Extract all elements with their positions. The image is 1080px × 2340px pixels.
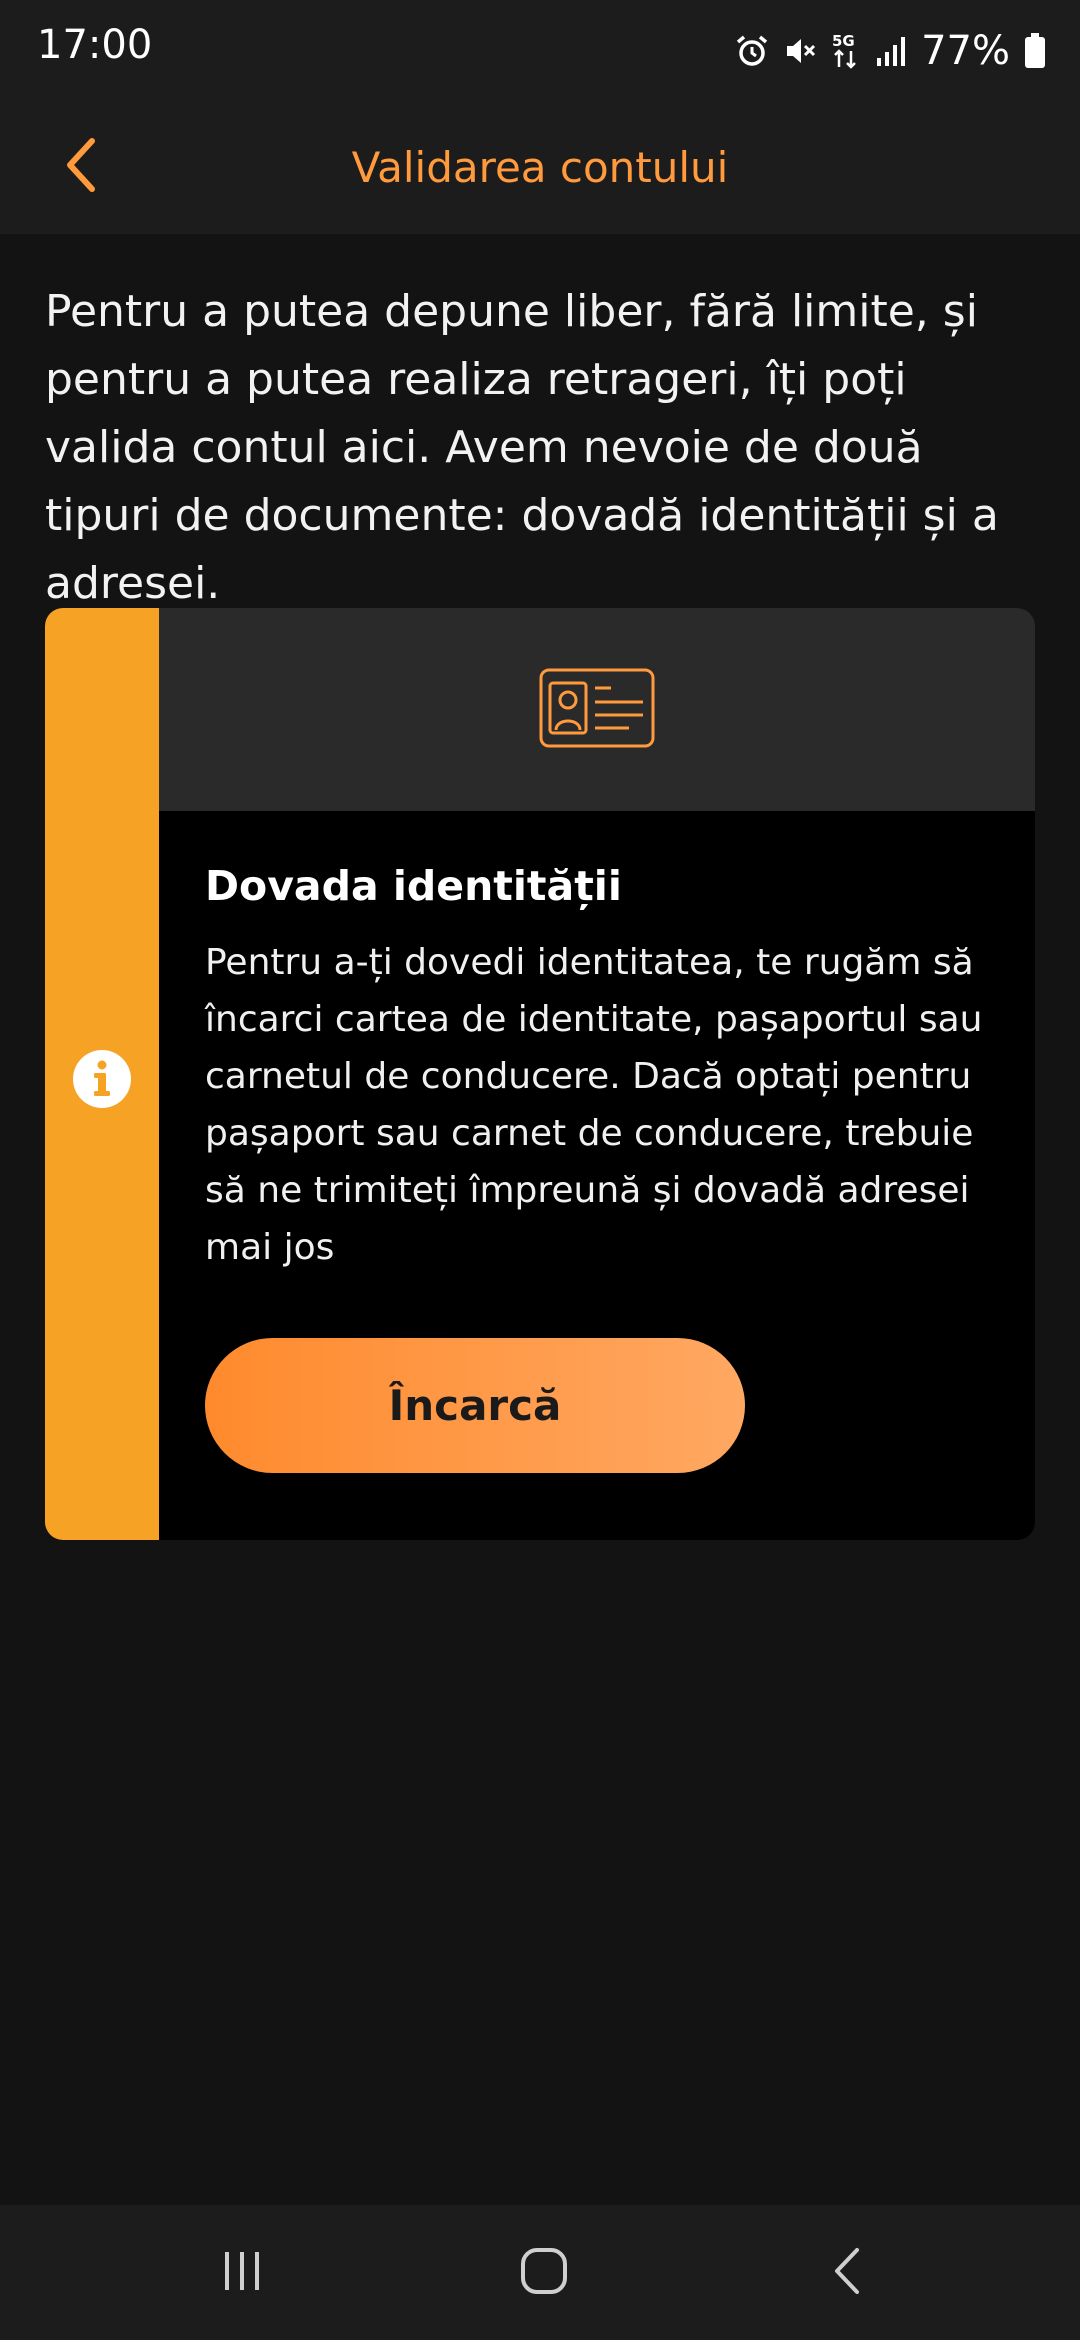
mute-icon [783, 34, 817, 68]
card-body: Dovada identității Pentru a-ți dovedi id… [205, 858, 995, 1276]
identity-proof-card: Dovada identității Pentru a-ți dovedi id… [45, 608, 1035, 1540]
chevron-left-icon [60, 135, 100, 199]
network-5g-icon: 5G [831, 31, 861, 71]
app-bar: Validarea contului [0, 100, 1080, 234]
id-card-icon [539, 668, 655, 752]
recent-apps-icon [217, 2246, 267, 2300]
navigation-bar [0, 2205, 1080, 2340]
back-button[interactable] [40, 122, 120, 212]
battery-percentage: 77% [921, 28, 1010, 74]
upload-button[interactable]: Încarcă [205, 1338, 745, 1473]
screen: 17:00 5G 77% Validarea contului Pentru a… [0, 0, 1080, 2340]
card-title: Dovada identității [205, 862, 622, 910]
home-button[interactable] [474, 2205, 614, 2340]
status-bar: 17:00 5G 77% [0, 0, 1080, 100]
info-icon [71, 1048, 133, 1110]
page-title: Validarea contului [351, 142, 729, 192]
home-icon [519, 2246, 569, 2300]
card-status-stripe [45, 608, 159, 1540]
alarm-icon [735, 34, 769, 68]
signal-icon [875, 34, 907, 68]
status-icons: 5G 77% [735, 26, 1046, 76]
svg-text:5G: 5G [832, 32, 855, 50]
intro-text: Pentru a putea depune liber, fără limite… [45, 286, 999, 609]
battery-icon [1024, 33, 1046, 69]
back-icon [823, 2246, 873, 2300]
recent-apps-button[interactable] [172, 2205, 312, 2340]
system-back-button[interactable] [778, 2205, 918, 2340]
card-description: Pentru a-ți dovedi identitatea, te rugăm… [205, 942, 983, 1268]
card-header [159, 608, 1035, 811]
status-time: 17:00 [37, 22, 153, 68]
